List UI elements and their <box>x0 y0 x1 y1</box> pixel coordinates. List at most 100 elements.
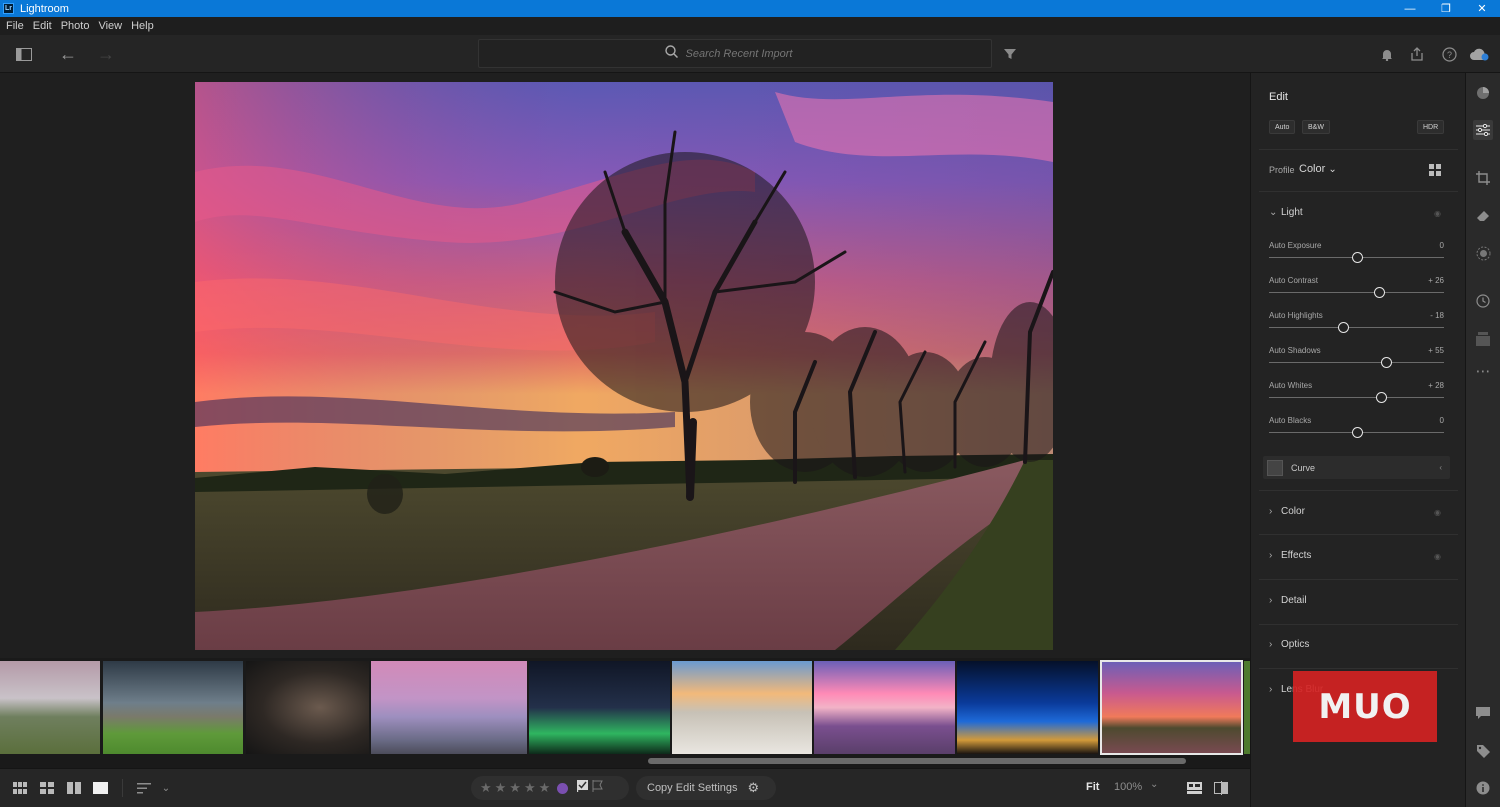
slider-value[interactable]: 0 <box>1440 241 1444 250</box>
info-icon[interactable] <box>1473 778 1493 798</box>
menu-photo[interactable]: Photo <box>61 20 90 32</box>
slider-value[interactable]: + 26 <box>1428 276 1444 285</box>
slider-knob[interactable] <box>1376 392 1387 403</box>
healing-eraser-icon[interactable] <box>1473 205 1493 225</box>
versions-icon[interactable] <box>1473 329 1493 349</box>
slider-blacks[interactable]: Auto Blacks 0 <box>1269 416 1444 446</box>
slider-knob[interactable] <box>1374 287 1386 298</box>
minimize-button[interactable]: — <box>1392 0 1428 17</box>
filmstrip-thumbnail-selected[interactable] <box>1100 660 1243 755</box>
detail-view-icon[interactable] <box>92 780 108 796</box>
top-toolbar: ← → ? <box>0 35 1500 73</box>
filmstrip-thumbnail[interactable] <box>814 661 955 754</box>
gear-icon[interactable]: ⚙ <box>748 780 760 796</box>
color-label-dot[interactable] <box>557 782 569 794</box>
reject-flag-icon[interactable] <box>592 779 604 797</box>
menu-file[interactable]: File <box>6 20 24 32</box>
pick-flag-icon[interactable] <box>577 779 589 797</box>
menu-view[interactable]: View <box>98 20 122 32</box>
filmstrip-toggle-icon[interactable] <box>1186 780 1202 796</box>
filmstrip-scrollbar[interactable] <box>648 758 1186 764</box>
zoom-chevron-down-icon[interactable]: ⌄ <box>1150 779 1158 790</box>
zoom-level[interactable]: 100% <box>1114 781 1142 793</box>
slider-track[interactable] <box>1269 327 1444 328</box>
help-icon[interactable]: ? <box>1439 44 1459 64</box>
profile-dropdown[interactable]: Color ⌄ <box>1299 163 1337 175</box>
cloud-sync-icon[interactable] <box>1470 44 1490 64</box>
section-effects[interactable]: › Effects <box>1269 550 1311 561</box>
chevron-right-icon: › <box>1269 639 1273 650</box>
rating-stars[interactable]: ★★★★★ <box>480 780 553 796</box>
section-detail[interactable]: › Detail <box>1269 595 1307 606</box>
curve-label: Curve <box>1291 462 1316 473</box>
back-arrow-icon[interactable]: ← <box>58 44 78 64</box>
slider-knob[interactable] <box>1351 427 1363 438</box>
copy-edit-settings-button[interactable]: Copy Edit Settings <box>647 782 738 794</box>
section-color[interactable]: › Color <box>1269 506 1305 517</box>
section-optics-label: Optics <box>1281 639 1310 650</box>
slider-track[interactable] <box>1269 292 1444 293</box>
maximize-button[interactable]: ❐ <box>1428 0 1464 17</box>
before-after-icon[interactable] <box>1213 780 1229 796</box>
sort-icon[interactable] <box>136 780 152 796</box>
presets-icon[interactable] <box>1473 83 1493 103</box>
filmstrip-thumbnail[interactable] <box>0 661 100 754</box>
tag-icon[interactable] <box>1473 741 1493 761</box>
forward-arrow-icon[interactable]: → <box>96 44 116 64</box>
slider-track[interactable] <box>1269 362 1444 363</box>
slider-value[interactable]: + 28 <box>1428 381 1444 390</box>
panel-toggle-icon[interactable] <box>14 44 34 64</box>
more-icon[interactable]: ⋯ <box>1473 361 1493 381</box>
chevron-down-icon[interactable]: ⌄ <box>158 780 174 796</box>
slider-contrast[interactable]: Auto Contrast + 26 <box>1269 276 1444 306</box>
square-grid-view-icon[interactable] <box>12 780 28 796</box>
filmstrip-thumbnail[interactable] <box>957 661 1098 754</box>
masking-icon[interactable] <box>1473 243 1493 263</box>
crop-icon[interactable] <box>1473 168 1493 188</box>
slider-value[interactable]: 0 <box>1440 416 1444 425</box>
slider-value[interactable]: + 55 <box>1428 346 1444 355</box>
hdr-button[interactable]: HDR <box>1417 120 1445 134</box>
slider-exposure[interactable]: Auto Exposure 0 <box>1269 241 1444 271</box>
slider-whites[interactable]: Auto Whites + 28 <box>1269 381 1444 411</box>
chevron-left-icon: ‹ <box>1439 463 1442 472</box>
compare-view-icon[interactable] <box>66 780 82 796</box>
auto-button[interactable]: Auto <box>1269 120 1296 134</box>
menu-edit[interactable]: Edit <box>33 20 52 32</box>
history-icon[interactable] <box>1473 291 1493 311</box>
eye-icon[interactable]: ◉ <box>1434 508 1441 517</box>
slider-value[interactable]: - 18 <box>1430 311 1444 320</box>
close-button[interactable]: ✕ <box>1464 0 1500 17</box>
filmstrip-thumbnail[interactable] <box>371 661 527 754</box>
section-optics[interactable]: › Optics <box>1269 639 1309 650</box>
slider-knob[interactable] <box>1351 252 1363 263</box>
menu-help[interactable]: Help <box>131 20 154 32</box>
profile-browser-icon[interactable] <box>1429 163 1441 181</box>
slider-shadows[interactable]: Auto Shadows + 55 <box>1269 346 1444 376</box>
filmstrip-thumbnail[interactable] <box>246 661 369 754</box>
slider-track[interactable] <box>1269 397 1444 398</box>
filmstrip-thumbnail[interactable] <box>103 661 243 754</box>
share-icon[interactable] <box>1407 44 1427 64</box>
photo-grid-view-icon[interactable] <box>39 780 55 796</box>
edit-sliders-icon[interactable] <box>1473 120 1493 140</box>
curve-button[interactable]: Curve ‹ <box>1263 456 1450 479</box>
tool-strip: ⋯ <box>1465 73 1500 807</box>
bw-button[interactable]: B&W <box>1302 120 1330 134</box>
copy-edit-settings-pill: Copy Edit Settings ⚙ <box>636 776 776 800</box>
search-input[interactable] <box>685 47 806 60</box>
comment-icon[interactable] <box>1473 703 1493 723</box>
eye-icon[interactable]: ◉ <box>1434 552 1441 561</box>
section-light[interactable]: ⌄ Light <box>1269 207 1303 218</box>
slider-knob[interactable] <box>1337 322 1349 333</box>
zoom-fit-button[interactable]: Fit <box>1086 781 1099 793</box>
filmstrip-thumbnail[interactable] <box>672 661 812 754</box>
main-photo[interactable] <box>195 82 1053 650</box>
bell-icon[interactable] <box>1377 44 1397 64</box>
filter-icon[interactable] <box>1000 44 1020 64</box>
slider-highlights[interactable]: Auto Highlights - 18 <box>1269 311 1444 341</box>
slider-knob[interactable] <box>1381 357 1393 368</box>
eye-icon[interactable]: ◉ <box>1434 209 1441 218</box>
search-bar[interactable] <box>478 39 992 68</box>
filmstrip-thumbnail[interactable] <box>529 661 670 754</box>
